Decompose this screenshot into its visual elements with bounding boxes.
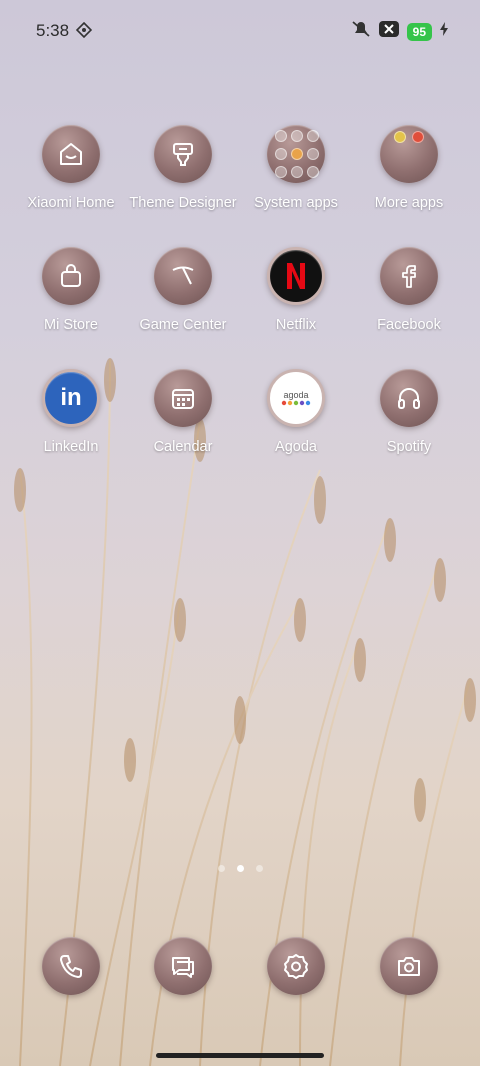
app-xiaomi-home[interactable]: Xiaomi Home — [15, 125, 127, 211]
app-agoda[interactable]: agoda Agoda — [240, 369, 352, 455]
facebook-icon — [380, 247, 438, 305]
system-apps-folder-icon — [267, 125, 325, 183]
battery-level: 95 — [406, 22, 432, 41]
more-apps-folder-icon — [380, 125, 438, 183]
agoda-icon: agoda — [267, 369, 325, 427]
folder-label: More apps — [374, 195, 444, 211]
mi-store-icon — [42, 247, 100, 305]
headphones-icon — [380, 369, 438, 427]
dock-messages[interactable] — [127, 937, 239, 995]
app-label: Netflix — [275, 317, 317, 333]
folder-more-apps[interactable]: More apps — [353, 125, 465, 211]
dock-camera[interactable] — [353, 937, 465, 995]
location-icon — [75, 21, 93, 43]
app-mi-store[interactable]: Mi Store — [15, 247, 127, 333]
notification-x-icon — [378, 21, 399, 42]
theme-designer-icon — [154, 125, 212, 183]
xiaomi-home-icon — [42, 125, 100, 183]
app-label: Calendar — [153, 439, 213, 455]
mute-icon — [351, 20, 371, 43]
app-spotify[interactable]: Spotify — [353, 369, 465, 455]
linkedin-icon: in — [42, 369, 100, 427]
charging-icon — [440, 22, 448, 41]
app-theme-designer[interactable]: Theme Designer — [127, 125, 239, 211]
app-label: LinkedIn — [43, 439, 99, 455]
page-indicator — [0, 865, 480, 872]
app-linkedin[interactable]: in LinkedIn — [15, 369, 127, 455]
folder-system-apps[interactable]: System apps — [240, 125, 352, 211]
home-indicator-bar[interactable] — [156, 1053, 324, 1058]
camera-icon — [380, 937, 438, 995]
page-dot-active[interactable] — [236, 865, 244, 872]
page-dot[interactable] — [255, 865, 263, 872]
app-facebook[interactable]: Facebook — [353, 247, 465, 333]
app-calendar[interactable]: Calendar — [127, 369, 239, 455]
app-label: Mi Store — [44, 317, 98, 333]
app-label: Spotify — [386, 439, 432, 455]
app-label: Theme Designer — [129, 195, 237, 211]
messages-icon — [154, 937, 212, 995]
folder-label: System apps — [254, 195, 338, 211]
phone-icon — [42, 937, 100, 995]
app-label: Game Center — [139, 317, 227, 333]
netflix-icon — [267, 247, 325, 305]
page-dot[interactable] — [217, 865, 225, 872]
dock-phone[interactable] — [15, 937, 127, 995]
settings-icon — [267, 937, 325, 995]
app-label: Facebook — [377, 317, 441, 333]
app-game-center[interactable]: Game Center — [127, 247, 239, 333]
status-time: 5:38 — [36, 21, 70, 40]
calendar-icon — [154, 369, 212, 427]
app-label: Xiaomi Home — [27, 195, 115, 211]
status-bar: 5:38 95 — [0, 0, 480, 62]
app-netflix[interactable]: Netflix — [240, 247, 352, 333]
game-center-icon — [154, 247, 212, 305]
agoda-logo-text: agoda — [283, 390, 309, 400]
app-label: Agoda — [275, 439, 317, 455]
dock-settings[interactable] — [240, 937, 352, 995]
